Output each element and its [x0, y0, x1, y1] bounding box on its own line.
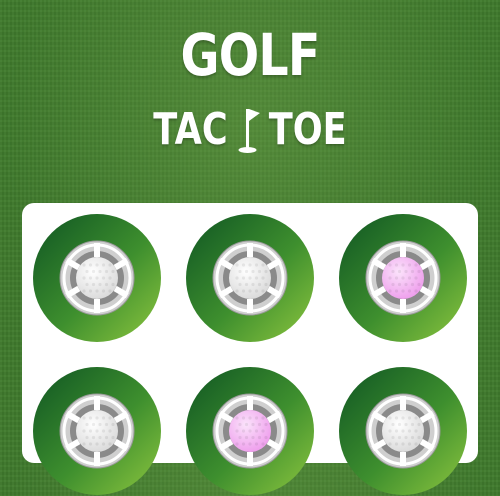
board-cell-2[interactable]: [185, 213, 315, 343]
cell-graphic: [33, 367, 161, 495]
board-cell-3[interactable]: [338, 213, 468, 343]
cell-graphic: [186, 367, 314, 495]
title-golf: GOLF: [180, 21, 321, 89]
board-cell-1[interactable]: [32, 213, 162, 343]
cell-graphic: [339, 214, 467, 342]
title-tac: TAC: [153, 104, 228, 155]
board-cell-6[interactable]: [338, 366, 468, 496]
golf-flag-icon: [233, 103, 263, 157]
title-toe: TOE: [268, 104, 347, 155]
board-cell-4[interactable]: [32, 366, 162, 496]
game-board: [22, 203, 478, 495]
cell-graphic: [33, 214, 161, 342]
title-tac-toe: TAC TOE: [0, 102, 500, 158]
board-cell-5[interactable]: [185, 366, 315, 496]
cell-graphic: [186, 214, 314, 342]
cell-graphic: [339, 367, 467, 495]
